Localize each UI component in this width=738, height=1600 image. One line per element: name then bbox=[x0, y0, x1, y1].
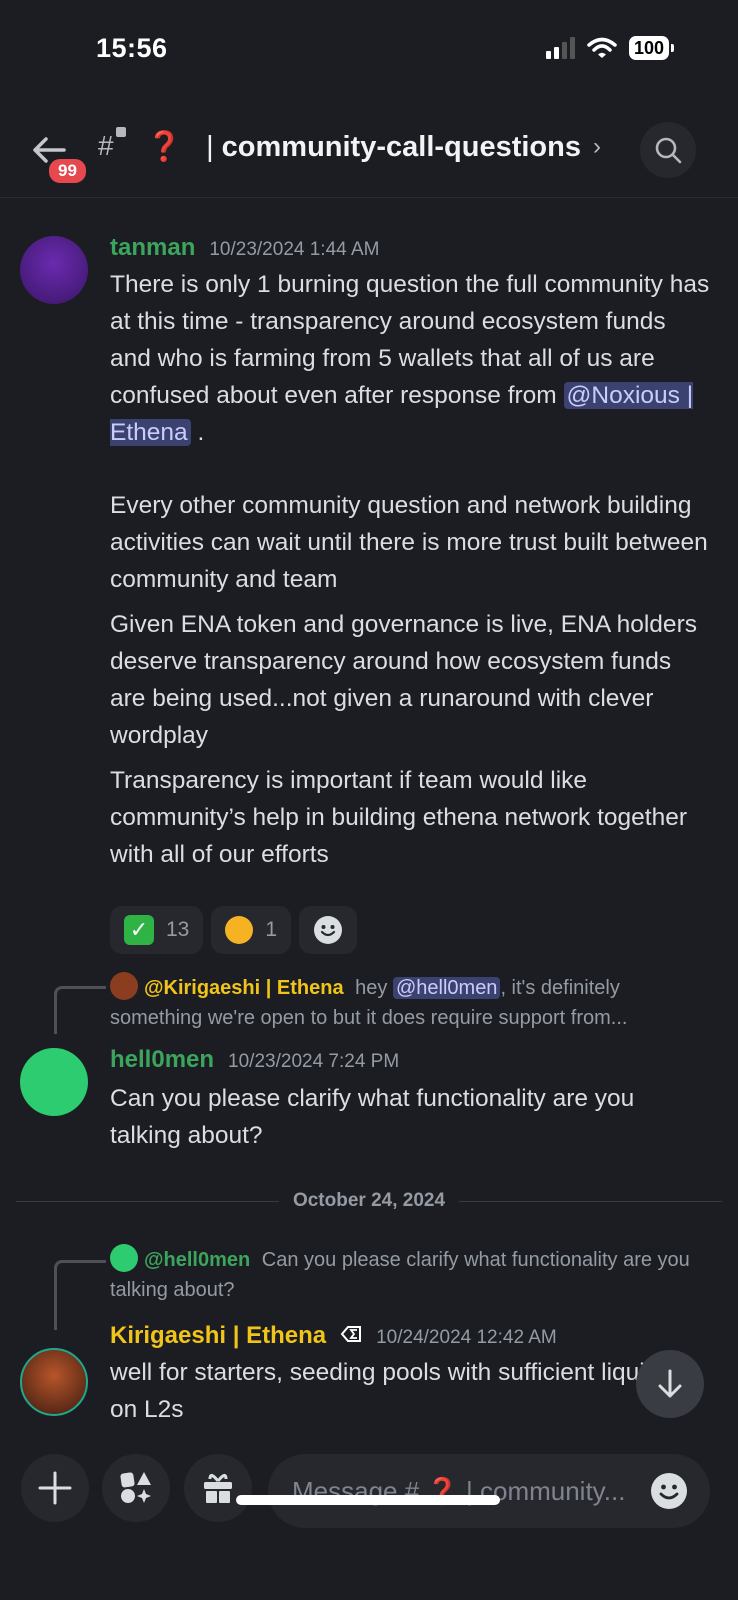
status-time: 15:56 bbox=[96, 33, 168, 63]
avatar-hell0men[interactable] bbox=[20, 1048, 88, 1116]
add-reaction-button[interactable] bbox=[299, 906, 358, 954]
check-mark-emoji-icon: ✓ bbox=[124, 915, 154, 945]
emoji-picker-icon[interactable] bbox=[650, 1472, 688, 1510]
message-header: Kirigaeshi | Ethena 10/24/2024 12:42 AM bbox=[110, 1322, 557, 1350]
locked-channel-hash-icon: # bbox=[98, 130, 114, 161]
reactions-bar: ✓ 13 1 bbox=[110, 906, 358, 954]
reply-preview[interactable]: @hell0men Can you please clarify what fu… bbox=[110, 1244, 710, 1305]
channel-name: community-call-questions bbox=[221, 130, 581, 163]
smiley-icon bbox=[314, 916, 343, 944]
battery-icon: 100 bbox=[628, 36, 674, 60]
search-icon bbox=[655, 137, 682, 164]
lock-icon bbox=[116, 127, 126, 137]
message-header: hell0men 10/23/2024 7:24 PM bbox=[110, 1046, 399, 1074]
message-body: There is only 1 burning question the ful… bbox=[110, 266, 710, 881]
search-button[interactable] bbox=[640, 122, 696, 178]
channel-header: 99 # ❓ | community-call-questions › bbox=[0, 112, 738, 198]
wifi-icon bbox=[587, 37, 617, 58]
reply-connector bbox=[54, 1260, 106, 1330]
cellular-signal-icon bbox=[545, 37, 575, 59]
gift-icon bbox=[204, 1474, 232, 1503]
unread-badge: 99 bbox=[46, 156, 89, 186]
date-divider: October 24, 2024 bbox=[16, 1190, 722, 1212]
message-input[interactable]: Message # ❓ | community... bbox=[268, 1454, 710, 1528]
channel-emoji: ❓ bbox=[146, 131, 183, 163]
message-paragraph: Every other community question and netwo… bbox=[110, 492, 708, 593]
arrow-down-icon bbox=[658, 1369, 682, 1398]
status-icons: 100 bbox=[545, 36, 674, 60]
avatar-tanman[interactable] bbox=[20, 236, 88, 304]
reply-connector bbox=[54, 986, 106, 1034]
author-name[interactable]: Kirigaeshi | Ethena bbox=[110, 1322, 326, 1350]
weary-face-emoji-icon bbox=[225, 916, 254, 944]
battery-level: 100 bbox=[628, 36, 669, 60]
apps-button[interactable] bbox=[102, 1454, 170, 1522]
timestamp: 10/23/2024 7:24 PM bbox=[228, 1051, 400, 1072]
server-tag-icon bbox=[340, 1326, 362, 1342]
reply-avatar bbox=[110, 972, 138, 1000]
author-name[interactable]: tanman bbox=[110, 234, 195, 262]
timestamp: 10/23/2024 1:44 AM bbox=[209, 239, 380, 260]
reply-preview[interactable]: @Kirigaeshi | Ethena hey @hell0men, it's… bbox=[110, 972, 710, 1033]
reaction-check[interactable]: ✓ 13 bbox=[110, 906, 204, 954]
home-indicator[interactable] bbox=[236, 1495, 500, 1505]
date-divider-label: October 24, 2024 bbox=[292, 1190, 446, 1211]
reply-author: @Kirigaeshi | Ethena bbox=[144, 977, 344, 999]
reply-avatar bbox=[110, 1244, 138, 1272]
message-header: tanman 10/23/2024 1:44 AM bbox=[110, 234, 379, 262]
reaction-count: 13 bbox=[166, 918, 190, 941]
reaction-count: 1 bbox=[265, 918, 278, 941]
gift-button[interactable] bbox=[184, 1454, 252, 1522]
message-paragraph: Given ENA token and governance is live, … bbox=[110, 611, 697, 749]
plus-icon bbox=[38, 1471, 72, 1505]
user-mention: @hell0men bbox=[392, 977, 501, 999]
avatar-kirigaeshi[interactable] bbox=[20, 1348, 88, 1416]
channel-title[interactable]: ❓ | community-call-questions › bbox=[146, 130, 601, 164]
chevron-right-icon: › bbox=[592, 133, 601, 160]
add-attachment-button[interactable] bbox=[21, 1454, 89, 1522]
reply-author: @hell0men bbox=[144, 1249, 251, 1271]
channel-separator: | bbox=[206, 130, 214, 163]
author-name[interactable]: hell0men bbox=[110, 1046, 214, 1074]
apps-icon bbox=[120, 1472, 151, 1503]
timestamp: 10/24/2024 12:42 AM bbox=[376, 1327, 557, 1348]
message-composer: Message # ❓ | community... bbox=[0, 1440, 738, 1600]
message-paragraph: Transparency is important if team would … bbox=[110, 767, 688, 868]
reaction-weary-face[interactable]: 1 bbox=[211, 906, 292, 954]
status-bar: 15:56 100 bbox=[0, 0, 738, 100]
message-feed[interactable]: tanman 10/23/2024 1:44 AM There is only … bbox=[0, 200, 738, 1438]
message-body: well for starters, seeding pools with su… bbox=[110, 1359, 683, 1423]
jump-to-present-button[interactable] bbox=[636, 1350, 704, 1418]
message-body: Can you please clarify what functionalit… bbox=[110, 1085, 635, 1149]
